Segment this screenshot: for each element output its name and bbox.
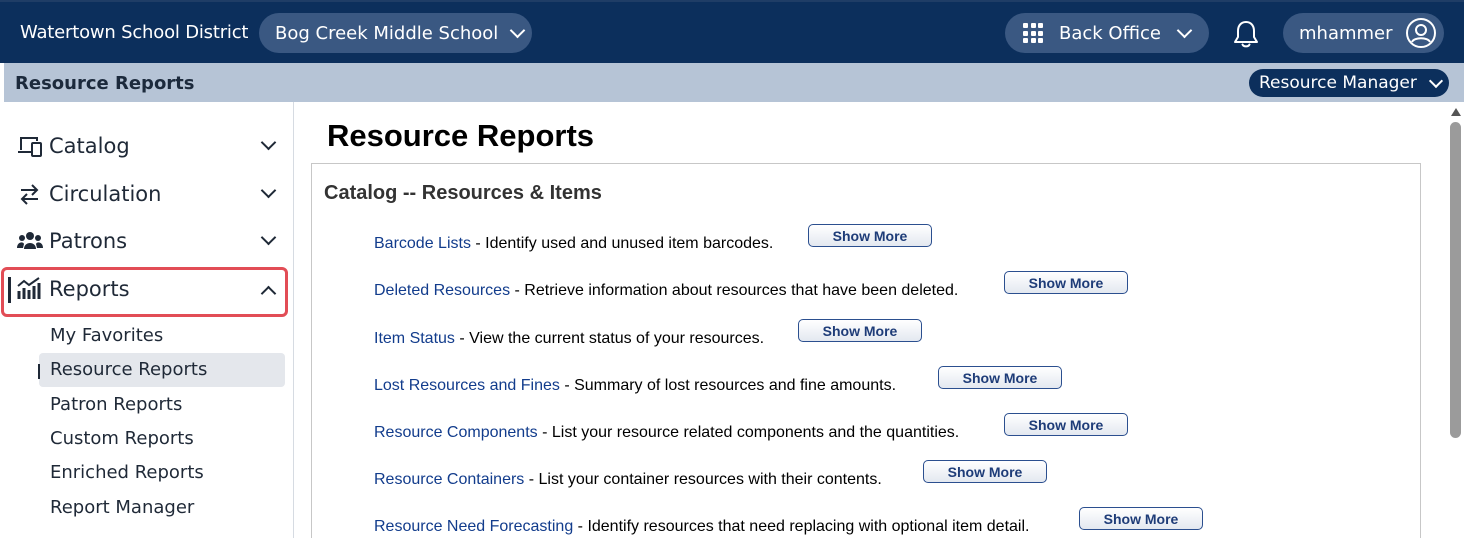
report-description: - View the current status of your resour…	[454, 330, 765, 347]
report-link[interactable]: Resource Containers	[374, 471, 524, 488]
show-more-button[interactable]: Show More	[1004, 271, 1128, 294]
chevron-up-icon	[260, 285, 277, 302]
active-indicator	[38, 364, 40, 379]
report-description: - Identify resources that need replacing…	[573, 518, 1030, 535]
report-link[interactable]: Barcode Lists	[374, 235, 471, 252]
show-more-button[interactable]: Show More	[1004, 413, 1128, 436]
show-more-button[interactable]: Show More	[923, 460, 1047, 483]
report-description: - Retrieve information about resources t…	[510, 282, 959, 299]
catalog-icon	[18, 137, 42, 157]
sub-item-patron-reports[interactable]: Patron Reports	[50, 394, 182, 415]
report-row: Item Status - View the current status of…	[374, 330, 764, 348]
chevron-down-icon	[510, 22, 526, 38]
role-label: Resource Manager	[1259, 73, 1417, 93]
sidebar-item-label: Patrons	[49, 229, 128, 253]
top-bar: Watertown School District Bog Creek Midd…	[0, 0, 1464, 63]
show-more-button[interactable]: Show More	[808, 224, 932, 247]
chevron-down-icon	[260, 229, 277, 246]
show-more-button[interactable]: Show More	[1079, 507, 1203, 530]
username: mhammer	[1299, 22, 1393, 44]
apps-grid-icon	[1023, 23, 1043, 43]
back-office-label: Back Office	[1059, 22, 1161, 44]
sub-header: Resource Reports Resource Manager	[4, 63, 1464, 102]
show-more-button[interactable]: Show More	[798, 319, 922, 342]
page-context-title: Resource Reports	[15, 73, 195, 94]
sub-item-custom-reports[interactable]: Custom Reports	[50, 428, 194, 449]
bell-icon[interactable]	[1230, 18, 1262, 50]
sidebar-item-label: Reports	[49, 277, 130, 301]
report-description: - Summary of lost resources and fine amo…	[559, 377, 897, 394]
report-row: Deleted Resources - Retrieve information…	[374, 282, 958, 300]
sub-item-report-manager[interactable]: Report Manager	[50, 497, 194, 518]
report-link[interactable]: Item Status	[374, 330, 455, 347]
sidebar-item-label: Circulation	[49, 182, 162, 206]
chevron-down-icon	[1176, 22, 1193, 38]
sidebar-item-circulation[interactable]: Circulation	[0, 173, 290, 213]
sidebar-item-catalog[interactable]: Catalog	[0, 125, 290, 165]
report-link[interactable]: Resource Need Forecasting	[374, 518, 573, 535]
school-name: Bog Creek Middle School	[275, 22, 499, 44]
report-link[interactable]: Lost Resources and Fines	[374, 377, 560, 394]
chevron-down-icon	[1428, 73, 1443, 88]
sub-item-resource-reports[interactable]: Resource Reports	[50, 359, 207, 380]
circulation-icon	[20, 184, 39, 205]
sidebar-item-reports[interactable]: Reports	[0, 268, 290, 308]
report-row: Barcode Lists - Identify used and unused…	[374, 235, 773, 253]
page-title: Resource Reports	[327, 118, 595, 153]
district-name: Watertown School District	[20, 22, 249, 43]
reports-icon	[17, 277, 41, 299]
report-row: Resource Need Forecasting - Identify res…	[374, 518, 1029, 536]
report-row: Resource Containers - List your containe…	[374, 471, 882, 489]
report-row: Resource Components - List your resource…	[374, 424, 959, 442]
sidebar-item-label: Catalog	[49, 134, 130, 158]
reports-panel: Catalog -- Resources & Items Barcode Lis…	[311, 163, 1421, 538]
school-selector[interactable]: Bog Creek Middle School	[259, 13, 532, 53]
scrollbar-thumb[interactable]	[1450, 122, 1461, 438]
scroll-up-arrow-icon[interactable]	[1451, 108, 1461, 116]
user-avatar-icon	[1405, 18, 1436, 48]
back-office-menu[interactable]: Back Office	[1005, 13, 1209, 53]
role-selector[interactable]: Resource Manager	[1249, 69, 1449, 97]
sidebar: Catalog Circulation Patrons Reports My F…	[0, 102, 294, 538]
report-row: Lost Resources and Fines - Summary of lo…	[374, 377, 896, 395]
sub-item-enriched-reports[interactable]: Enriched Reports	[50, 462, 204, 483]
chevron-down-icon	[260, 182, 277, 199]
report-description: - List your container resources with the…	[524, 471, 882, 488]
sidebar-item-patrons[interactable]: Patrons	[0, 220, 290, 260]
sub-item-my-favorites[interactable]: My Favorites	[50, 325, 163, 346]
patrons-icon	[17, 232, 43, 249]
report-link[interactable]: Deleted Resources	[374, 282, 510, 299]
report-description: - List your resource related components …	[537, 424, 960, 441]
user-menu[interactable]: mhammer	[1283, 13, 1444, 53]
show-more-button[interactable]: Show More	[938, 366, 1062, 389]
report-link[interactable]: Resource Components	[374, 424, 538, 441]
report-description: - Identify used and unused item barcodes…	[470, 235, 774, 252]
chevron-down-icon	[260, 134, 277, 151]
section-title: Catalog -- Resources & Items	[324, 182, 602, 204]
